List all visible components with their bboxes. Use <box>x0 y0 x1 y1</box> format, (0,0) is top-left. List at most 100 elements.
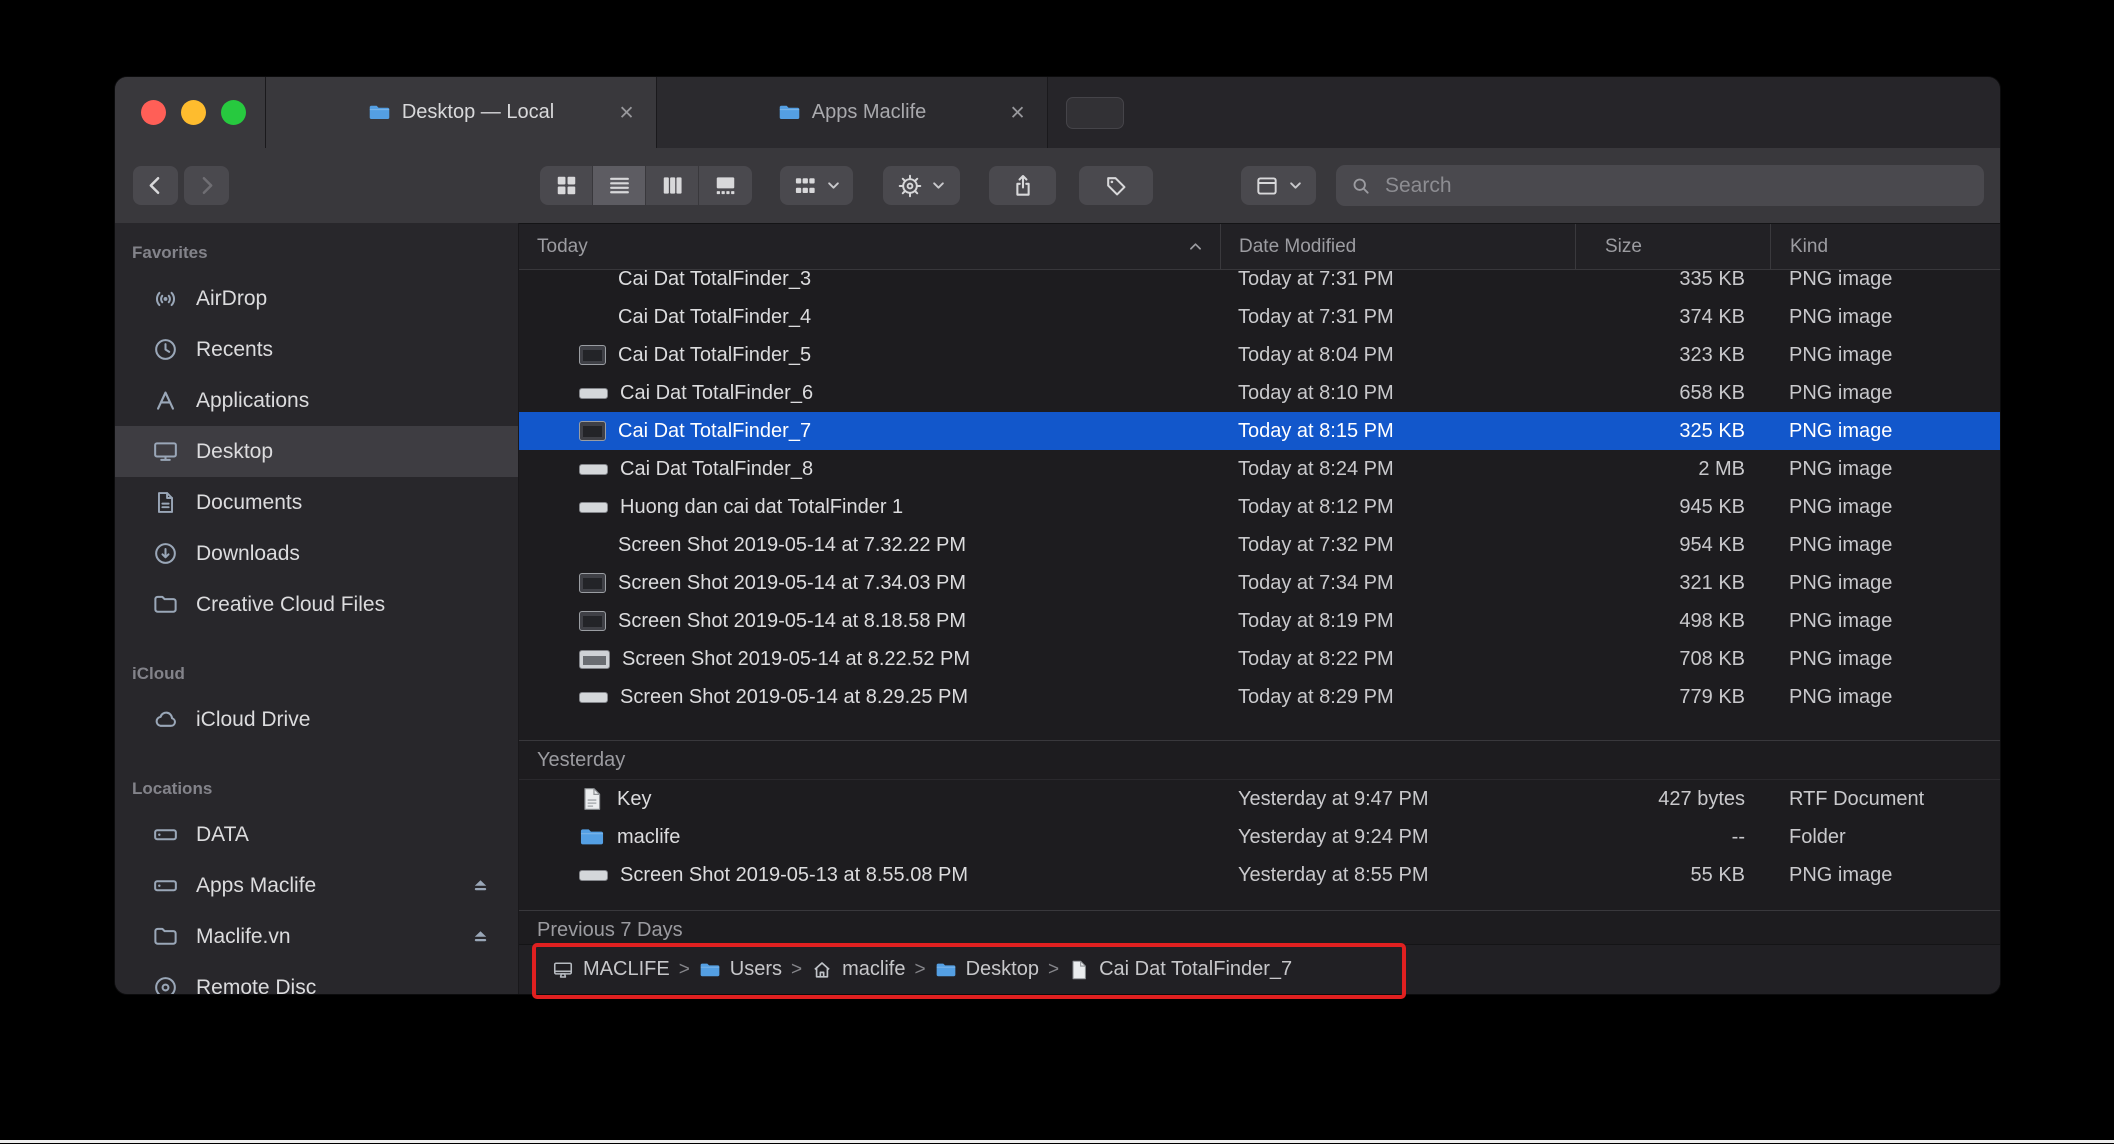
view-icon-button[interactable] <box>540 166 593 205</box>
file-name-cell: Cai Dat TotalFinder_5 <box>519 344 1220 367</box>
sidebar-item-creative-cloud-files[interactable]: Creative Cloud Files <box>115 579 518 630</box>
table-row[interactable]: Huong dan cai dat TotalFinder 1Today at … <box>519 488 2000 526</box>
close-window-button[interactable] <box>141 100 166 125</box>
file-name-cell: Cai Dat TotalFinder_4 <box>519 306 1220 329</box>
view-gallery-button[interactable] <box>699 166 752 205</box>
file-name: Cai Dat TotalFinder_6 <box>620 382 813 405</box>
table-row[interactable]: Cai Dat TotalFinder_5Today at 8:04 PM323… <box>519 336 2000 374</box>
search-input[interactable] <box>1383 173 1970 199</box>
table-row[interactable]: Cai Dat TotalFinder_3Today at 7:31 PM335… <box>519 270 2000 298</box>
file-list-area: Today Date Modified Size Kind Cai Dat To… <box>519 223 2000 994</box>
file-name-cell: Screen Shot 2019-05-13 at 8.55.08 PM <box>519 864 1220 887</box>
action-menu-button[interactable] <box>883 166 960 205</box>
search-field[interactable] <box>1336 165 1984 206</box>
tab-close-button[interactable]: × <box>1004 99 1031 126</box>
view-column-button[interactable] <box>646 166 699 205</box>
tab-desktop-local[interactable]: Desktop — Local× <box>266 77 657 148</box>
file-name-cell: Cai Dat TotalFinder_7 <box>519 420 1220 443</box>
new-tab-area[interactable] <box>1066 97 1124 129</box>
sidebar-item-label: Downloads <box>196 542 300 566</box>
table-row[interactable]: Cai Dat TotalFinder_7Today at 8:15 PM325… <box>519 412 2000 450</box>
table-row[interactable]: Cai Dat TotalFinder_4Today at 7:31 PM374… <box>519 298 2000 336</box>
file-thumbnail <box>579 421 606 441</box>
breadcrumb-separator: > <box>1048 959 1059 981</box>
sidebar-item-remote-disc[interactable]: Remote Disc <box>115 962 518 994</box>
view-list-button[interactable] <box>593 166 646 205</box>
breadcrumb: MACLIFE>Users>maclife>Desktop>Cai Dat To… <box>552 958 1292 981</box>
table-row[interactable]: maclifeYesterday at 9:24 PM--Folder <box>519 818 2000 856</box>
table-row[interactable]: Cai Dat TotalFinder_6Today at 8:10 PM658… <box>519 374 2000 412</box>
sidebar-item-label: Remote Disc <box>196 976 316 995</box>
file-thumbnail <box>579 502 608 513</box>
tabs: Desktop — Local× Apps Maclife × <box>266 77 1048 148</box>
tags-button[interactable] <box>1079 166 1153 205</box>
table-row[interactable]: Screen Shot 2019-05-14 at 8.29.25 PMToda… <box>519 678 2000 716</box>
table-row[interactable]: Screen Shot 2019-05-14 at 7.34.03 PMToda… <box>519 564 2000 602</box>
folder-blue-icon <box>579 824 605 850</box>
table-row[interactable]: Cai Dat TotalFinder_8Today at 8:24 PM2 M… <box>519 450 2000 488</box>
sidebar-item-icloud-drive[interactable]: iCloud Drive <box>115 694 518 745</box>
table-row[interactable]: Screen Shot 2019-05-14 at 7.32.22 PMToda… <box>519 526 2000 564</box>
sidebar-item-desktop[interactable]: Desktop <box>115 426 518 477</box>
breadcrumb-item[interactable]: Desktop <box>935 958 1039 981</box>
column-header-date-modified[interactable]: Date Modified <box>1220 224 1575 269</box>
sidebar-item-data[interactable]: DATA <box>115 809 518 860</box>
file-name: Cai Dat TotalFinder_3 <box>618 270 811 291</box>
view-mode-segmented-control <box>540 166 752 205</box>
list-header: Today Date Modified Size Kind <box>519 223 2000 270</box>
sidebar-item-airdrop[interactable]: AirDrop <box>115 273 518 324</box>
table-row[interactable]: Screen Shot 2019-05-14 at 8.22.52 PMToda… <box>519 640 2000 678</box>
sidebar-item-label: Creative Cloud Files <box>196 593 385 617</box>
harddisk-icon <box>152 821 179 848</box>
sidebar-item-downloads[interactable]: Downloads <box>115 528 518 579</box>
sidebar-item-label: Desktop <box>196 440 273 464</box>
breadcrumb-item[interactable]: maclife <box>811 958 905 981</box>
group-label: Today <box>537 236 588 258</box>
sidebar-item-documents[interactable]: Documents <box>115 477 518 528</box>
table-row[interactable]: KeyYesterday at 9:47 PM427 bytesRTF Docu… <box>519 780 2000 818</box>
table-row[interactable]: Screen Shot 2019-05-14 at 8.18.58 PMToda… <box>519 602 2000 640</box>
column-header-name[interactable]: Today <box>519 224 1220 269</box>
column-header-kind[interactable]: Kind <box>1770 224 2000 269</box>
tag-icon <box>1103 173 1129 199</box>
file-name-cell: Screen Shot 2019-05-14 at 7.32.22 PM <box>519 534 1220 557</box>
back-button[interactable] <box>133 166 178 205</box>
zoom-window-button[interactable] <box>221 100 246 125</box>
forward-button[interactable] <box>184 166 229 205</box>
sidebar-item-maclife-vn[interactable]: Maclife.vn <box>115 911 518 962</box>
file-kind: RTF Document <box>1770 788 2000 811</box>
table-row[interactable]: Screen Shot 2019-05-13 at 8.55.08 PMYest… <box>519 856 2000 894</box>
share-icon <box>1010 173 1036 199</box>
sidebar-item-apps-maclife[interactable]: Apps Maclife <box>115 860 518 911</box>
icloud-icon <box>152 706 179 733</box>
file-kind: PNG image <box>1770 572 2000 595</box>
file-name-cell: maclife <box>519 824 1220 850</box>
file-name: Cai Dat TotalFinder_4 <box>618 306 811 329</box>
computer-icon <box>552 959 574 981</box>
breadcrumb-item[interactable]: Users <box>699 958 782 981</box>
window-icon <box>1254 173 1280 199</box>
tab-close-button[interactable]: × <box>613 99 640 126</box>
folder-blue-icon <box>699 959 721 981</box>
minimize-window-button[interactable] <box>181 100 206 125</box>
window-options-button[interactable] <box>1241 166 1316 205</box>
column-header-size[interactable]: Size <box>1575 224 1770 269</box>
tab-label: Apps Maclife <box>812 101 927 124</box>
sidebar-item-recents[interactable]: Recents <box>115 324 518 375</box>
group-by-button[interactable] <box>780 166 853 205</box>
tab-apps-maclife[interactable]: Apps Maclife × <box>657 77 1048 148</box>
folder-blue-icon <box>368 101 391 124</box>
file-name: maclife <box>617 826 680 849</box>
home-icon <box>811 959 833 981</box>
sidebar-item-applications[interactable]: Applications <box>115 375 518 426</box>
file-thumbnail <box>579 573 606 593</box>
sidebar-item-label: Documents <box>196 491 302 515</box>
eject-icon <box>470 875 491 896</box>
share-button[interactable] <box>989 166 1056 205</box>
file-thumbnail <box>579 388 608 399</box>
date-modified: Today at 8:24 PM <box>1220 458 1575 481</box>
file-size: 498 KB <box>1575 610 1770 633</box>
breadcrumb-item[interactable]: MACLIFE <box>552 958 670 981</box>
breadcrumb-item[interactable]: Cai Dat TotalFinder_7 <box>1068 958 1292 981</box>
file-name: Huong dan cai dat TotalFinder 1 <box>620 496 903 519</box>
